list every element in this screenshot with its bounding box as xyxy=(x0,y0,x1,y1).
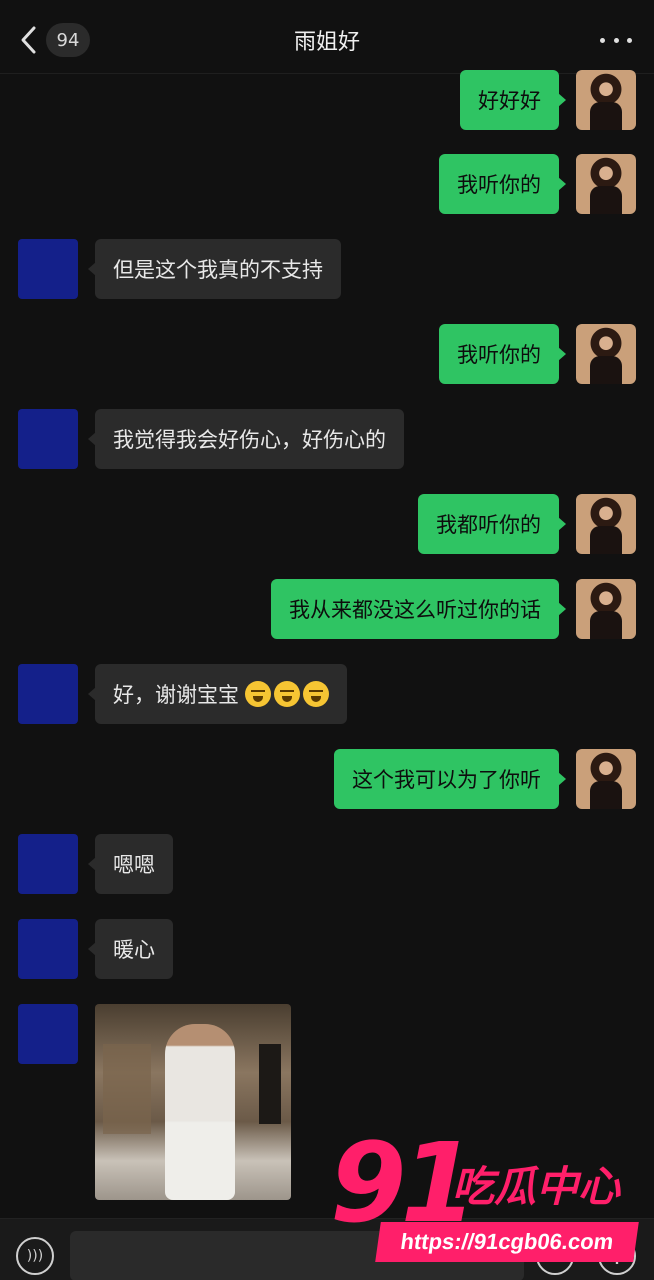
message-bubble-sent[interactable]: 好好好 xyxy=(460,70,566,130)
message-bubble-sent[interactable]: 我听你的 xyxy=(439,154,566,214)
my-avatar[interactable] xyxy=(576,494,636,554)
message-bubble-sent[interactable]: 我听你的 xyxy=(439,324,566,384)
watermark-url: https://91cgb06.com xyxy=(375,1222,639,1262)
message-bubble-received[interactable]: 暖心 xyxy=(88,919,173,979)
emoji-icon xyxy=(245,681,271,707)
message-bubble-sent[interactable]: 我都听你的 xyxy=(418,494,566,554)
chat-header: 94 雨姐好 xyxy=(0,0,654,74)
contact-avatar[interactable] xyxy=(18,239,78,299)
message-bubble-received[interactable]: 我觉得我会好伤心，好伤心的 xyxy=(88,409,404,469)
photo-person xyxy=(165,1024,235,1200)
contact-avatar[interactable] xyxy=(18,919,78,979)
my-avatar[interactable] xyxy=(576,154,636,214)
my-avatar[interactable] xyxy=(576,324,636,384)
my-avatar[interactable] xyxy=(576,70,636,130)
more-icon xyxy=(600,37,605,43)
my-avatar[interactable] xyxy=(576,749,636,809)
emoji-icon xyxy=(303,681,329,707)
message-text: 好，谢谢宝宝 xyxy=(113,683,239,707)
image-message[interactable] xyxy=(95,1004,291,1200)
emoji-icon xyxy=(274,681,300,707)
contact-avatar[interactable] xyxy=(18,1004,78,1064)
contact-avatar[interactable] xyxy=(18,409,78,469)
message-bubble-received[interactable]: 但是这个我真的不支持 xyxy=(88,239,341,299)
message-bubble-received[interactable]: 嗯嗯 xyxy=(88,834,173,894)
more-button[interactable] xyxy=(600,26,632,54)
photo-background xyxy=(259,1044,281,1124)
watermark-logo-text: 吃瓜中心 xyxy=(452,1162,621,1211)
message-bubble-sent[interactable]: 我从来都没这么听过你的话 xyxy=(271,579,566,639)
contact-avatar[interactable] xyxy=(18,664,78,724)
message-bubble-sent[interactable]: 这个我可以为了你听 xyxy=(334,749,566,809)
my-avatar[interactable] xyxy=(576,579,636,639)
contact-avatar[interactable] xyxy=(18,834,78,894)
photo-background xyxy=(103,1044,151,1134)
message-bubble-received[interactable]: 好，谢谢宝宝 xyxy=(88,664,347,724)
chat-title: 雨姐好 xyxy=(293,30,360,55)
voice-icon: ))) xyxy=(26,1248,44,1264)
voice-button[interactable]: ))) xyxy=(16,1237,54,1275)
